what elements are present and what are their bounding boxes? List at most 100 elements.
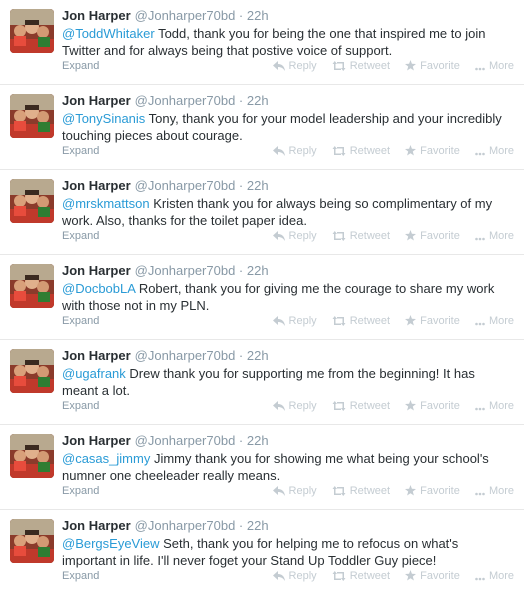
tweet-header: Jon Harper @Jonharper70bd · 22h <box>62 263 514 279</box>
fullname[interactable]: Jon Harper <box>62 178 131 193</box>
more-button[interactable]: More <box>475 569 514 585</box>
tweet-actions: Reply Retweet Favorite More <box>261 229 514 245</box>
timestamp[interactable]: 22h <box>247 263 269 278</box>
expand-link[interactable]: Expand <box>62 570 99 582</box>
favorite-label: Favorite <box>420 570 460 582</box>
avatar-image <box>10 349 54 393</box>
expand-link[interactable]: Expand <box>62 400 99 412</box>
more-button[interactable]: More <box>475 144 514 160</box>
favorite-label: Favorite <box>420 145 460 157</box>
mention-link[interactable]: @mrskmattson <box>62 196 150 211</box>
retweet-button[interactable]: Retweet <box>332 144 390 160</box>
fullname[interactable]: Jon Harper <box>62 518 131 533</box>
more-button[interactable]: More <box>475 314 514 330</box>
avatar[interactable] <box>10 9 54 53</box>
tweet[interactable]: Jon Harper @Jonharper70bd · 22h @ugafrank… <box>0 340 524 425</box>
fullname[interactable]: Jon Harper <box>62 93 131 108</box>
tweet[interactable]: Jon Harper @Jonharper70bd · 22h @DocbobLA… <box>0 255 524 340</box>
expand-link[interactable]: Expand <box>62 145 99 157</box>
favorite-button[interactable]: Favorite <box>405 399 460 415</box>
avatar[interactable] <box>10 519 54 563</box>
tweet-actions: Reply Retweet Favorite More <box>261 314 514 330</box>
more-dots-icon <box>475 61 485 75</box>
tweet-header: Jon Harper @Jonharper70bd · 22h <box>62 518 514 534</box>
favorite-button[interactable]: Favorite <box>405 484 460 500</box>
timestamp[interactable]: 22h <box>247 518 269 533</box>
favorite-button[interactable]: Favorite <box>405 59 460 75</box>
tweet-header: Jon Harper @Jonharper70bd · 22h <box>62 93 514 109</box>
more-button[interactable]: More <box>475 59 514 75</box>
more-button[interactable]: More <box>475 399 514 415</box>
fullname[interactable]: Jon Harper <box>62 348 131 363</box>
timestamp[interactable]: 22h <box>247 93 269 108</box>
fullname[interactable]: Jon Harper <box>62 8 131 23</box>
mention-link[interactable]: @DocbobLA <box>62 281 135 296</box>
username[interactable]: @Jonharper70bd <box>135 348 236 363</box>
reply-button[interactable]: Reply <box>272 144 317 160</box>
username[interactable]: @Jonharper70bd <box>135 518 236 533</box>
username[interactable]: @Jonharper70bd <box>135 433 236 448</box>
expand-link[interactable]: Expand <box>62 230 99 242</box>
reply-button[interactable]: Reply <box>272 229 317 245</box>
retweet-button[interactable]: Retweet <box>332 399 390 415</box>
timestamp[interactable]: 22h <box>247 8 269 23</box>
mention-link[interactable]: @ugafrank <box>62 366 126 381</box>
more-button[interactable]: More <box>475 484 514 500</box>
expand-link[interactable]: Expand <box>62 315 99 327</box>
tweet-header: Jon Harper @Jonharper70bd · 22h <box>62 348 514 364</box>
username[interactable]: @Jonharper70bd <box>135 93 236 108</box>
fullname[interactable]: Jon Harper <box>62 433 131 448</box>
avatar-image <box>10 264 54 308</box>
tweet-footer: Expand Reply Retweet Favorite More <box>62 59 514 73</box>
tweet-text: @mrskmattson Kristen thank you for alway… <box>62 195 514 229</box>
favorite-button[interactable]: Favorite <box>405 569 460 585</box>
tweet[interactable]: Jon Harper @Jonharper70bd · 22h @TonySina… <box>0 85 524 170</box>
retweet-icon <box>332 401 346 415</box>
reply-button[interactable]: Reply <box>272 314 317 330</box>
timestamp[interactable]: 22h <box>247 178 269 193</box>
mention-link[interactable]: @ToddWhitaker <box>62 26 155 41</box>
avatar[interactable] <box>10 94 54 138</box>
expand-link[interactable]: Expand <box>62 60 99 72</box>
retweet-button[interactable]: Retweet <box>332 569 390 585</box>
timestamp[interactable]: 22h <box>247 433 269 448</box>
more-label: More <box>488 485 514 497</box>
reply-button[interactable]: Reply <box>272 569 317 585</box>
reply-button[interactable]: Reply <box>272 484 317 500</box>
reply-label: Reply <box>288 570 317 582</box>
retweet-button[interactable]: Retweet <box>332 59 390 75</box>
tweet[interactable]: Jon Harper @Jonharper70bd · 22h @BergsEye… <box>0 510 524 595</box>
retweet-button[interactable]: Retweet <box>332 229 390 245</box>
username[interactable]: @Jonharper70bd <box>135 263 236 278</box>
reply-button[interactable]: Reply <box>272 399 317 415</box>
favorite-button[interactable]: Favorite <box>405 144 460 160</box>
username[interactable]: @Jonharper70bd <box>135 8 236 23</box>
tweet[interactable]: Jon Harper @Jonharper70bd · 22h @mrskmatt… <box>0 170 524 255</box>
retweet-button[interactable]: Retweet <box>332 314 390 330</box>
favorite-button[interactable]: Favorite <box>405 314 460 330</box>
avatar[interactable] <box>10 434 54 478</box>
retweet-button[interactable]: Retweet <box>332 484 390 500</box>
more-button[interactable]: More <box>475 229 514 245</box>
reply-icon <box>272 231 285 245</box>
avatar[interactable] <box>10 179 54 223</box>
mention-link[interactable]: @BergsEyeView <box>62 536 160 551</box>
avatar[interactable] <box>10 264 54 308</box>
retweet-icon <box>332 316 346 330</box>
tweet-actions: Reply Retweet Favorite More <box>261 144 514 160</box>
mention-link[interactable]: @casas_jimmy <box>62 451 150 466</box>
reply-icon <box>272 401 285 415</box>
username[interactable]: @Jonharper70bd <box>135 178 236 193</box>
mention-link[interactable]: @TonySinanis <box>62 111 145 126</box>
fullname[interactable]: Jon Harper <box>62 263 131 278</box>
favorite-button[interactable]: Favorite <box>405 229 460 245</box>
reply-button[interactable]: Reply <box>272 59 317 75</box>
more-dots-icon <box>475 486 485 500</box>
tweet[interactable]: Jon Harper @Jonharper70bd · 22h @ToddWhit… <box>0 0 524 85</box>
more-label: More <box>488 570 514 582</box>
avatar[interactable] <box>10 349 54 393</box>
retweet-label: Retweet <box>349 570 391 582</box>
tweet[interactable]: Jon Harper @Jonharper70bd · 22h @casas_ji… <box>0 425 524 510</box>
expand-link[interactable]: Expand <box>62 485 99 497</box>
timestamp[interactable]: 22h <box>247 348 269 363</box>
